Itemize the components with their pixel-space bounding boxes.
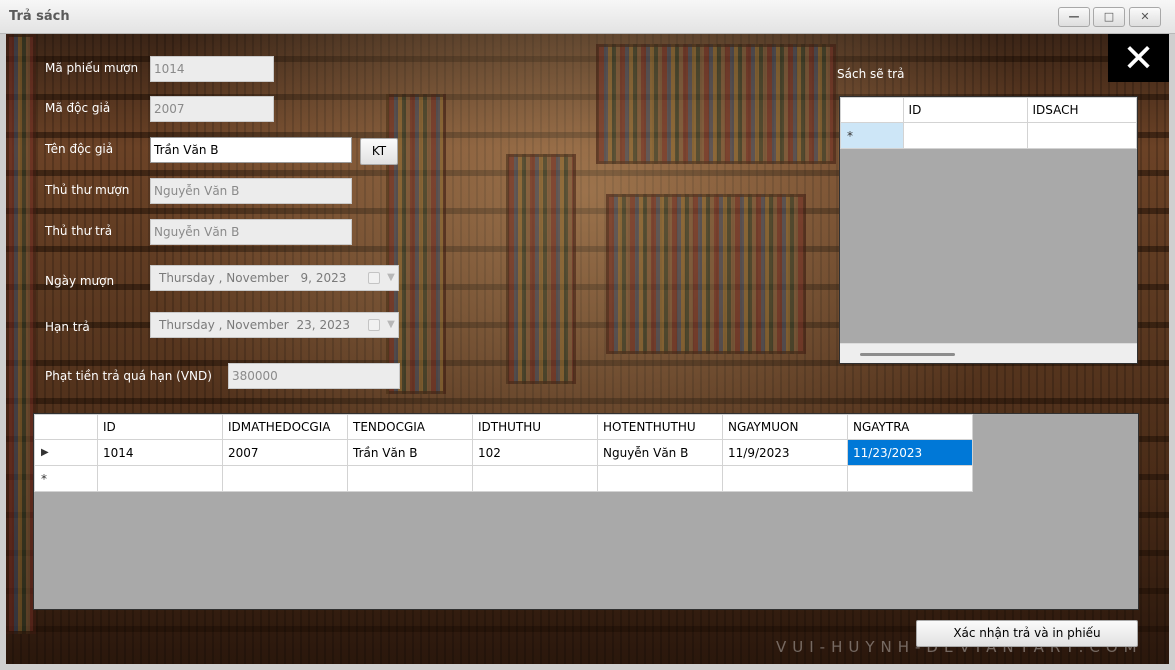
table-row[interactable]: ▶ 1014 2007 Trần Văn B 102 Nguyễn Văn B …: [34, 439, 973, 466]
title-bar: Trả sách — □ ✕: [0, 0, 1175, 34]
han-tra-month: , November: [218, 318, 289, 332]
table-cell[interactable]: 1014: [97, 439, 223, 466]
confirm-return-button[interactable]: Xác nhận trả và in phiếu: [916, 620, 1138, 647]
background-shelf: [596, 44, 836, 164]
column-header[interactable]: NGAYMUON: [722, 414, 848, 440]
column-header[interactable]: IDTHUTHU: [472, 414, 598, 440]
row-header-corner: [840, 97, 904, 123]
han-tra-day: 23,: [296, 318, 316, 332]
scrollbar-thumb[interactable]: [860, 353, 955, 356]
ngay-muon-label: Ngày mượn: [45, 274, 115, 288]
column-header[interactable]: ID: [97, 414, 223, 440]
close-icon[interactable]: ✕: [1108, 34, 1169, 82]
borrow-records-grid[interactable]: ID IDMATHEDOCGIA TENDOCGIA IDTHUTHU HOTE…: [33, 413, 1139, 610]
thu-thu-muon-label: Thủ thư mượn: [45, 183, 130, 197]
table-row[interactable]: *: [34, 465, 973, 492]
chevron-down-icon[interactable]: ▼: [384, 319, 398, 332]
window-close-button[interactable]: ✕: [1129, 7, 1161, 27]
books-grid[interactable]: ID IDSACH *: [839, 96, 1138, 364]
han-tra-weekday: Thursday: [159, 318, 215, 332]
books-grid-header: ID IDSACH: [840, 97, 1137, 123]
background-shelf: [506, 154, 576, 384]
table-cell[interactable]: [347, 465, 473, 492]
ten-doc-gia-field[interactable]: Trần Văn B: [150, 137, 352, 163]
table-cell[interactable]: [222, 465, 348, 492]
table-cell[interactable]: Nguyễn Văn B: [597, 439, 723, 466]
table-cell[interactable]: [1026, 122, 1137, 149]
table-row[interactable]: *: [840, 122, 1137, 149]
column-header[interactable]: TENDOCGIA: [347, 414, 473, 440]
new-row-marker[interactable]: *: [840, 122, 904, 149]
table-cell[interactable]: 2007: [222, 439, 348, 466]
table-cell-selected[interactable]: 11/23/2023: [847, 439, 973, 466]
column-header[interactable]: ID: [902, 97, 1028, 123]
table-cell[interactable]: Trần Văn B: [347, 439, 473, 466]
table-cell[interactable]: [902, 122, 1028, 149]
thu-thu-tra-field[interactable]: Nguyễn Văn B: [150, 219, 352, 245]
background-shelf: [606, 194, 806, 354]
background-shelf: [6, 34, 36, 634]
ngay-muon-year: 2023: [315, 271, 347, 285]
ngay-muon-weekday: Thursday: [159, 271, 215, 285]
ma-doc-gia-field[interactable]: 2007: [150, 96, 274, 122]
horizontal-scrollbar[interactable]: [840, 343, 1137, 363]
maximize-button[interactable]: □: [1093, 7, 1125, 27]
new-row-marker[interactable]: *: [34, 465, 98, 492]
ten-doc-gia-label: Tên độc giả: [45, 142, 114, 156]
ngay-muon-month: , November: [218, 271, 289, 285]
thu-thu-tra-label: Thủ thư trả: [45, 224, 113, 238]
thu-thu-muon-field[interactable]: Nguyễn Văn B: [150, 178, 352, 204]
han-tra-datepicker[interactable]: Thursday , November 23, 2023 ▼: [150, 312, 399, 338]
table-cell[interactable]: 102: [472, 439, 598, 466]
table-cell[interactable]: [597, 465, 723, 492]
ma-doc-gia-label: Mã độc giả: [45, 101, 111, 115]
ma-phieu-muon-label: Mã phiếu mượn: [45, 61, 139, 75]
ngay-muon-datepicker[interactable]: Thursday , November 9, 2023 ▼: [150, 265, 399, 291]
han-tra-label: Hạn trả: [45, 320, 90, 334]
chevron-down-icon[interactable]: ▼: [384, 272, 398, 285]
column-header[interactable]: HOTENTHUTHU: [597, 414, 723, 440]
column-header[interactable]: NGAYTRA: [847, 414, 973, 440]
ma-phieu-muon-field[interactable]: 1014: [150, 56, 274, 82]
calendar-checkbox-icon[interactable]: [368, 272, 380, 284]
current-row-marker[interactable]: ▶: [34, 439, 98, 466]
phat-tien-field[interactable]: 380000: [228, 363, 400, 389]
window-title: Trả sách: [9, 9, 70, 24]
han-tra-year: 2023: [319, 318, 350, 332]
client-area: VUI-HUYNH-DEVIANTART.COM ✕ Mã phiếu mượn…: [6, 34, 1169, 664]
kt-button[interactable]: KT: [360, 138, 398, 165]
calendar-checkbox-icon[interactable]: [368, 319, 380, 331]
table-cell[interactable]: 11/9/2023: [722, 439, 848, 466]
minimize-button[interactable]: —: [1058, 7, 1090, 27]
column-header[interactable]: IDMATHEDOCGIA: [222, 414, 348, 440]
table-cell[interactable]: [847, 465, 973, 492]
table-cell[interactable]: [97, 465, 223, 492]
row-header-corner: [34, 414, 98, 440]
records-grid-header: ID IDMATHEDOCGIA TENDOCGIA IDTHUTHU HOTE…: [34, 414, 973, 440]
table-cell[interactable]: [472, 465, 598, 492]
books-panel-label: Sách sẽ trả: [837, 67, 905, 81]
column-header[interactable]: IDSACH: [1026, 97, 1137, 123]
table-cell[interactable]: [722, 465, 848, 492]
phat-tien-label: Phạt tiền trả quá hạn (VND): [45, 369, 212, 383]
ngay-muon-day: 9,: [300, 271, 312, 285]
